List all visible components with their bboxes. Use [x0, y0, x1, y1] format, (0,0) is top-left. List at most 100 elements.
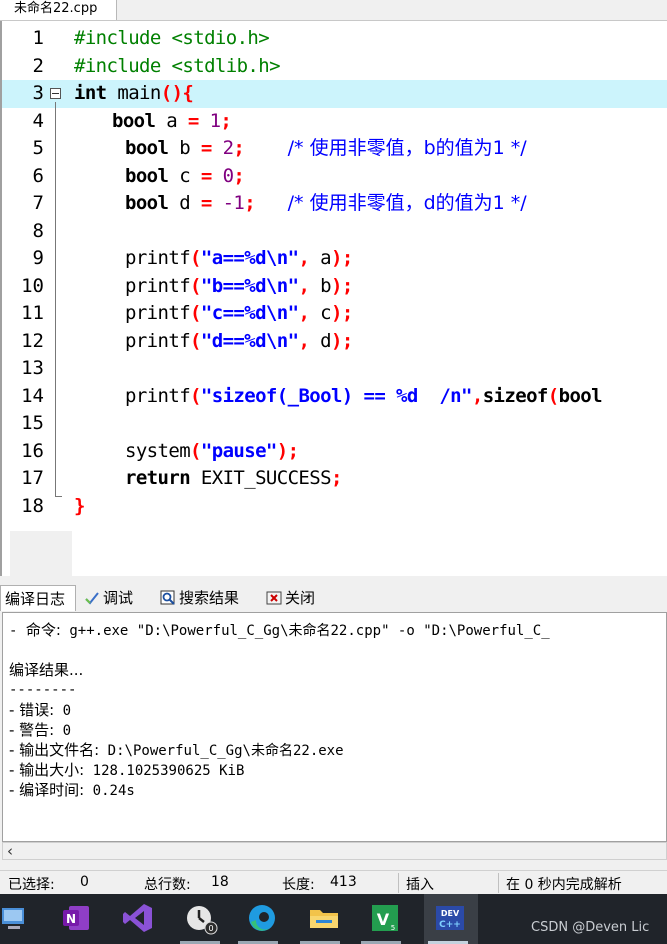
symbol: , — [298, 302, 310, 324]
code-line-17[interactable]: 17 return EXIT_SUCCESS; — [2, 465, 667, 493]
code-line-11[interactable]: 11 printf("c==%d\n", c); — [2, 300, 667, 328]
network-icon[interactable] — [0, 900, 36, 936]
line-number: 13 — [21, 357, 44, 379]
tab-label: 关闭 — [285, 589, 316, 607]
code-line-14[interactable]: 14 printf("sizeof(_Bool) == %d /n",sizeo… — [2, 383, 667, 411]
string: "a==%d\n" — [200, 247, 299, 269]
line-number: 9 — [32, 247, 44, 269]
log-line: - 警告: 0 — [9, 721, 71, 740]
scroll-left-arrow-icon[interactable]: ‹ — [7, 842, 13, 860]
tab-debug[interactable]: 调试 — [80, 585, 150, 611]
code-line-7[interactable]: 7 bool d = -1; /* 使用非零值，d的值为1 */ — [2, 190, 667, 218]
symbol: ( — [190, 274, 201, 297]
line-number: 10 — [21, 274, 44, 297]
tab-search-results[interactable]: 搜索结果 — [156, 585, 258, 611]
status-bar: 已选择: 0 总行数: 18 长度: 413 插入 在 0 秒内完成解析 — [0, 870, 667, 895]
code-text: system("pause"); — [125, 438, 299, 465]
code-line-4[interactable]: 4 bool a = 1; — [2, 108, 667, 136]
file-explorer-icon[interactable] — [306, 900, 342, 936]
number: 0 — [222, 164, 234, 187]
log-label: - 输出文件名: — [9, 741, 100, 759]
close-panel-icon — [266, 591, 282, 605]
comment: /* 使用非零值，b的值为1 */ — [287, 137, 527, 159]
code-line-2[interactable]: 2 #include <stdlib.h> — [2, 53, 667, 81]
log-value: D:\Powerful_C_Gg\未命名22.exe — [99, 743, 344, 759]
devcpp-icon[interactable]: DEV C++ — [432, 900, 468, 936]
code-line-10[interactable]: 10 printf("b==%d\n", b); — [2, 273, 667, 301]
line-number: 3 — [32, 82, 44, 104]
line-number: 11 — [21, 302, 44, 324]
line-number: 18 — [21, 494, 44, 517]
file-tab[interactable]: 未命名22.cpp — [0, 0, 117, 20]
code-text: bool b = 2; /* 使用非零值，b的值为1 */ — [125, 135, 527, 162]
code-line-9[interactable]: 9 printf("a==%d\n", a); — [2, 245, 667, 273]
code-text: bool a = 1; — [112, 108, 232, 135]
onenote-icon[interactable]: N — [59, 900, 95, 936]
log-value: 0.24s — [84, 783, 135, 799]
code-text: printf("b==%d\n", b); — [125, 273, 353, 300]
clock-app-icon[interactable]: 0 — [183, 900, 219, 936]
tab-compile-log[interactable]: 编译日志 — [0, 585, 76, 611]
parse-status: 在 0 秒内完成解析 — [506, 877, 622, 893]
code-editor[interactable]: 1 #include <stdio.h> 2 #include <stdlib.… — [0, 21, 667, 576]
log-line: - 编译时间: 0.24s — [9, 781, 135, 800]
symbol: = — [187, 109, 199, 132]
code-line-13[interactable]: 13 — [2, 355, 667, 383]
tab-label: 编译日志 — [5, 590, 66, 608]
code-line-12[interactable]: 12 printf("d==%d\n", d); — [2, 328, 667, 356]
identifier: c — [168, 164, 201, 187]
keyword: sizeof — [482, 384, 549, 407]
tab-close[interactable]: 关闭 — [262, 585, 332, 611]
horizontal-scrollbar[interactable]: ‹ — [2, 842, 667, 860]
symbol: ; — [233, 164, 245, 187]
identifier: a — [309, 247, 331, 269]
compile-log-output[interactable]: - 命令: g++.exe "D:\Powerful_C_Gg\未命名22.cp… — [2, 612, 667, 842]
edge-icon[interactable] — [244, 900, 280, 936]
code-line-15[interactable]: 15 — [2, 410, 667, 438]
identifier: main — [106, 82, 161, 104]
string: "c==%d\n" — [200, 302, 299, 324]
code-line-6[interactable]: 6 bool c = 0; — [2, 163, 667, 191]
keyword: bool — [112, 109, 156, 132]
line-number: 2 — [32, 54, 44, 77]
svg-text:C++: C++ — [439, 920, 461, 930]
visual-studio-icon[interactable] — [120, 900, 156, 936]
code-line-1[interactable]: 1 #include <stdio.h> — [2, 25, 667, 53]
log-line: - 错误: 0 — [9, 701, 71, 720]
code-text: } — [74, 493, 85, 520]
symbol: ( — [190, 439, 201, 462]
log-label: - 编译时间: — [9, 781, 85, 799]
log-label: 编译结果... — [9, 661, 84, 679]
log-prefix: - — [9, 623, 26, 639]
log-value: 0 — [54, 723, 72, 739]
symbol: = — [200, 137, 212, 159]
line-number: 17 — [21, 467, 44, 489]
code-line-8[interactable]: 8 — [2, 218, 667, 246]
code-line-16[interactable]: 16 system("pause"); — [2, 438, 667, 466]
tab-label: 调试 — [103, 589, 134, 607]
code-line-5[interactable]: 5 bool b = 2; /* 使用非零值，b的值为1 */ — [2, 135, 667, 163]
line-number: 12 — [21, 329, 44, 352]
code-text: int main(){ — [74, 80, 194, 107]
line-number: 6 — [32, 164, 44, 187]
string: "sizeof(_Bool) == %d /n" — [200, 384, 473, 407]
code-line-3[interactable]: 3 int main(){ — [2, 80, 667, 108]
status-divider — [498, 873, 499, 893]
symbol: = — [200, 192, 212, 214]
function-name: printf — [125, 329, 191, 352]
string: "b==%d\n" — [200, 274, 299, 297]
code-text: return EXIT_SUCCESS; — [125, 465, 342, 492]
identifier: d — [309, 329, 331, 352]
total-lines-value: 18 — [211, 874, 229, 890]
total-lines-label: 总行数: — [144, 877, 191, 893]
keyword: bool — [125, 137, 169, 159]
log-line: - 输出文件名: D:\Powerful_C_Gg\未命名22.exe — [9, 741, 344, 760]
vim-icon[interactable]: V5 — [367, 900, 403, 936]
keyword: bool — [558, 384, 603, 407]
code-line-18[interactable]: 18 } — [2, 493, 667, 521]
code-text: printf("c==%d\n", c); — [125, 300, 353, 327]
function-name: system — [125, 439, 191, 462]
fold-collapse-icon[interactable] — [50, 88, 61, 99]
checkmark-icon — [85, 592, 99, 605]
